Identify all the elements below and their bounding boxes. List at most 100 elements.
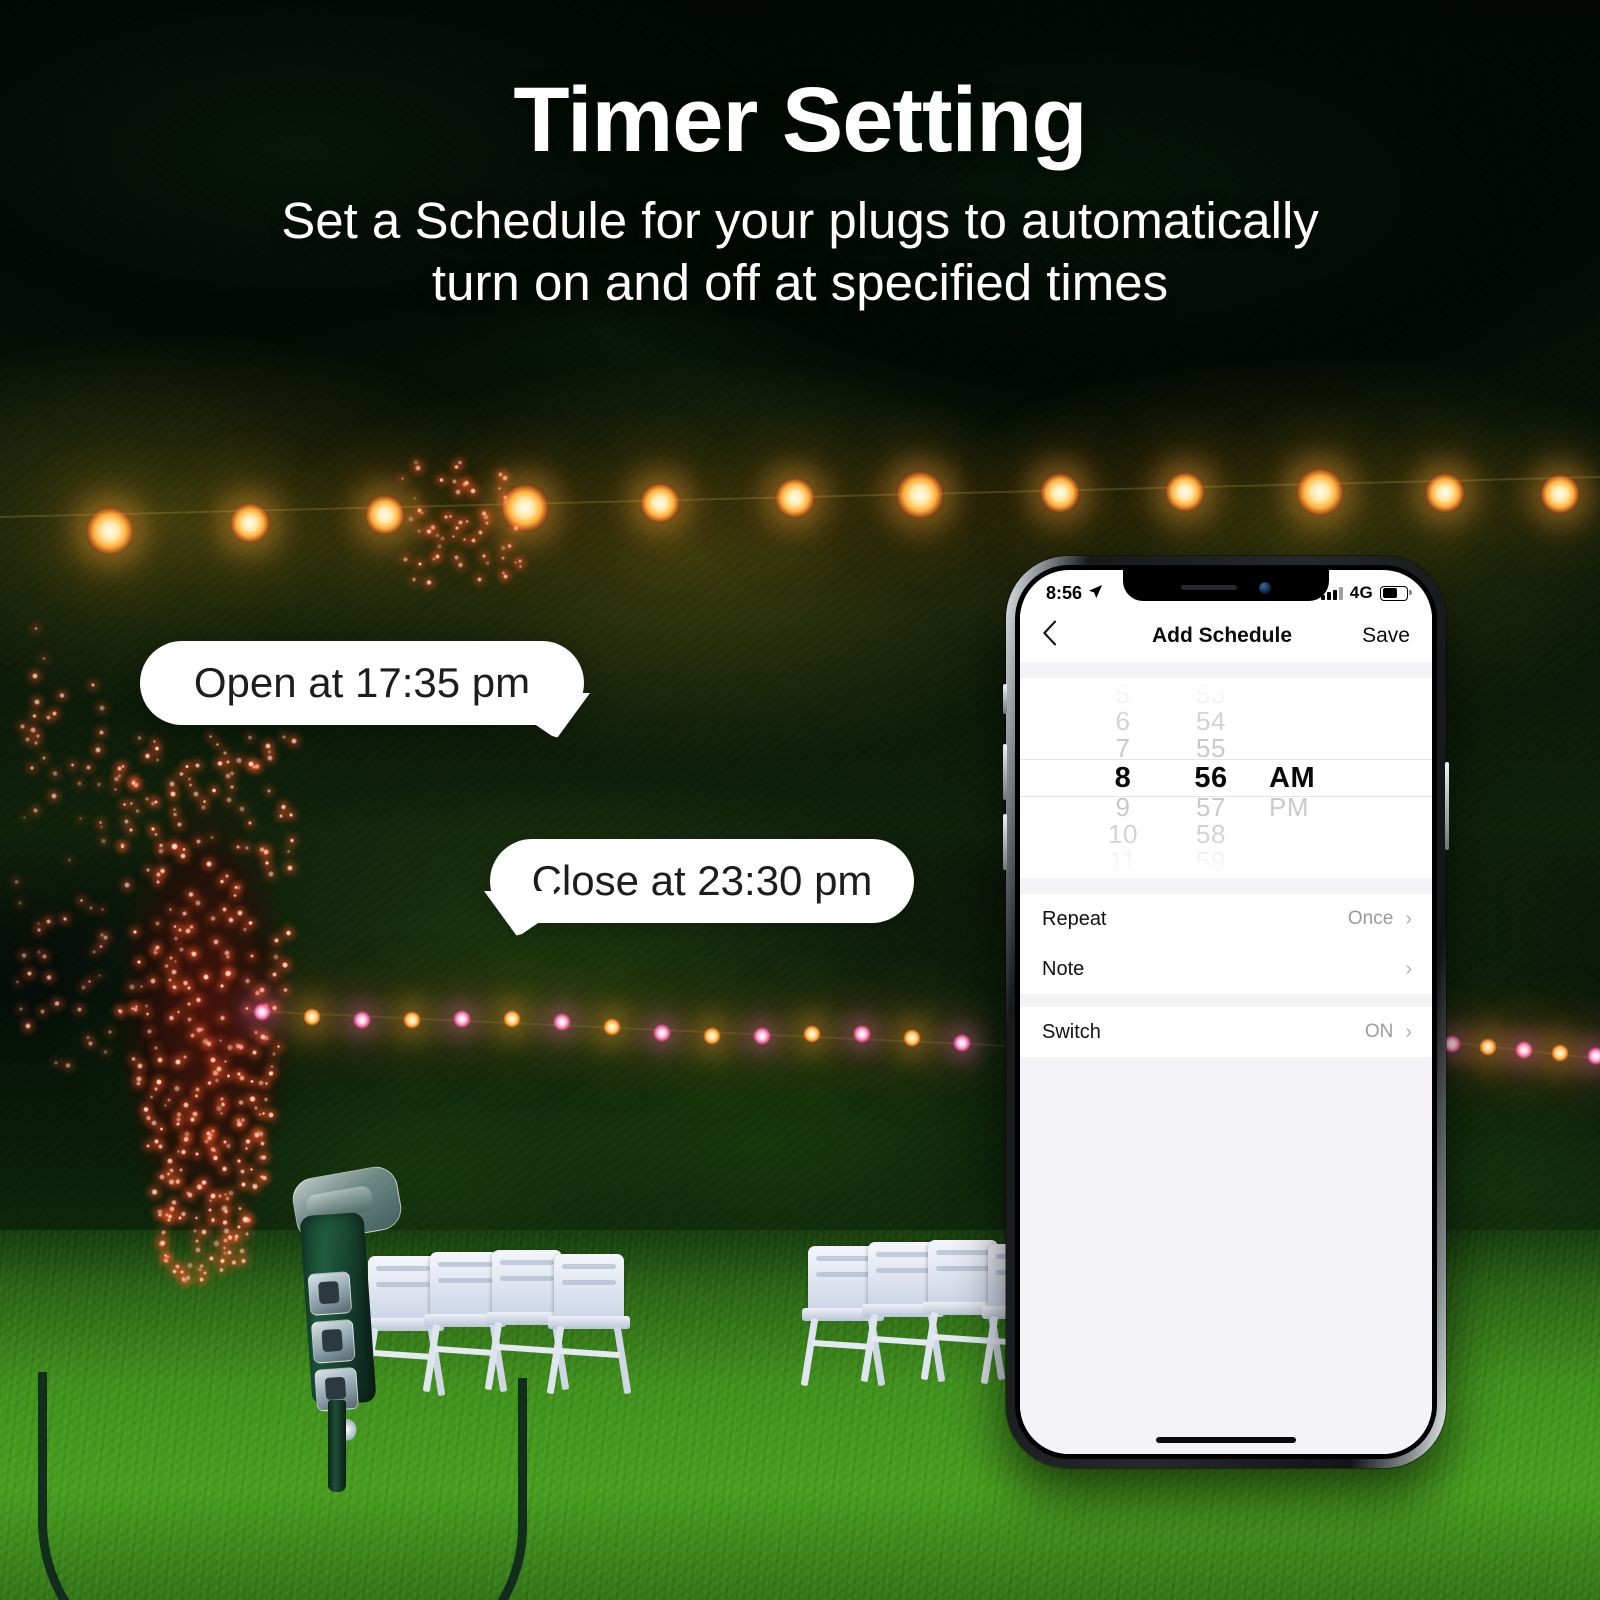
fairy-light [219,1015,225,1021]
fairy-light [220,984,224,988]
fairy-light [444,514,449,519]
minute-option[interactable]: 53 [1167,681,1255,708]
fairy-light [35,733,40,738]
meridiem-spacer [1269,821,1373,848]
fairy-light [195,900,201,906]
minute-option[interactable]: 58 [1167,821,1255,848]
fairy-light [163,1253,167,1258]
hour-option[interactable]: 10 [1079,821,1167,848]
minute-column[interactable]: 53 54 55 56 57 58 59 [1167,681,1255,875]
empty-content-area [1020,1057,1432,1454]
fairy-light [273,954,279,961]
light-bulb [896,471,944,520]
hour-option[interactable]: 7 [1079,735,1167,762]
light-bulb [1425,472,1465,513]
fairy-light [187,1002,191,1006]
light-bulb [1540,473,1580,514]
minute-option-selected[interactable]: 56 [1167,762,1255,794]
fairy-light [220,1102,226,1107]
fairy-light [245,1138,251,1144]
fairy-light [123,819,129,825]
status-bar-time: 8:56 [1046,582,1083,603]
fairy-light [221,1166,228,1172]
fairy-light [218,1194,222,1198]
row-repeat-label: Repeat [1042,907,1107,930]
fairy-light [166,1158,173,1165]
fairy-light [154,1046,158,1050]
volume-down-button[interactable] [1003,814,1007,870]
light-bulb [253,1003,271,1021]
outdoor-smart-plug-stake [38,1163,527,1600]
fairy-light [15,980,20,984]
hour-option[interactable]: 6 [1079,708,1167,735]
light-bulb [1587,1047,1600,1065]
plug-outlet [307,1271,353,1316]
fairy-light [32,714,37,719]
fairy-light [216,742,220,746]
fairy-light [251,1049,257,1055]
row-switch[interactable]: Switch ON › [1020,1007,1432,1057]
battery-icon [1380,585,1412,601]
fairy-light [290,737,297,744]
fairy-light [219,879,225,884]
hour-option[interactable]: 5 [1079,681,1167,708]
chevron-right-icon: › [1405,958,1412,980]
minute-option[interactable]: 59 [1167,848,1255,875]
fairy-light [184,1275,191,1282]
hour-column[interactable]: 5 6 7 8 9 10 11 [1079,681,1167,875]
fairy-light [481,553,486,559]
light-bulb [753,1026,771,1045]
minute-option[interactable]: 54 [1167,708,1255,735]
hour-option[interactable]: 11 [1079,848,1167,875]
fairy-light [463,480,469,486]
fairy-light [161,1230,166,1235]
fairy-light [426,528,432,535]
fairy-light [245,1006,249,1010]
fairy-light [195,1151,199,1156]
fairy-light [252,1183,259,1190]
fairy-light [188,783,193,787]
fairy-light [478,529,484,535]
light-bulb [1040,473,1080,514]
meridiem-column[interactable]: AM PM [1255,681,1373,875]
fairy-light [235,757,243,764]
fairy-light [198,1276,205,1283]
fairy-light [182,847,186,852]
row-note[interactable]: Note › [1020,944,1432,994]
fairy-light [166,1172,170,1176]
volume-up-button[interactable] [1003,744,1007,800]
light-bulb [1479,1038,1497,1056]
meridiem-option[interactable]: PM [1269,794,1373,821]
fairy-light [500,545,506,551]
section-spacer [1020,994,1432,1007]
fairy-light [27,971,32,976]
minute-option[interactable]: 57 [1167,794,1255,821]
mute-switch-button[interactable] [1003,684,1007,714]
time-picker[interactable]: 5 6 7 8 9 10 11 53 54 55 56 57 58 59 AM … [1020,678,1432,878]
save-button[interactable]: Save [1346,624,1410,648]
fairy-light [210,916,216,922]
hour-option-selected[interactable]: 8 [1079,762,1167,794]
power-button[interactable] [1445,762,1449,850]
row-repeat-value: Once [1347,908,1394,929]
fairy-light [221,1205,228,1212]
fairy-light [413,459,419,466]
fairy-light [209,1255,215,1261]
row-repeat[interactable]: Repeat Once › [1020,894,1432,944]
fairy-light [264,742,271,749]
fairy-light [54,1000,60,1007]
fairy-light [21,952,27,959]
fairy-light [223,1227,230,1235]
fairy-light [129,984,135,990]
meridiem-option-selected[interactable]: AM [1269,762,1373,794]
fairy-light [152,950,158,956]
hour-option[interactable]: 9 [1079,794,1167,821]
fairy-light [37,949,41,954]
time-picker-columns: 5 6 7 8 9 10 11 53 54 55 56 57 58 59 AM … [1020,678,1432,878]
home-indicator[interactable] [1156,1437,1296,1443]
fairy-light [169,1015,175,1021]
fairy-light [131,780,136,786]
minute-option[interactable]: 55 [1167,735,1255,762]
fairy-light [214,1078,220,1083]
chevron-left-icon[interactable] [1042,620,1098,652]
